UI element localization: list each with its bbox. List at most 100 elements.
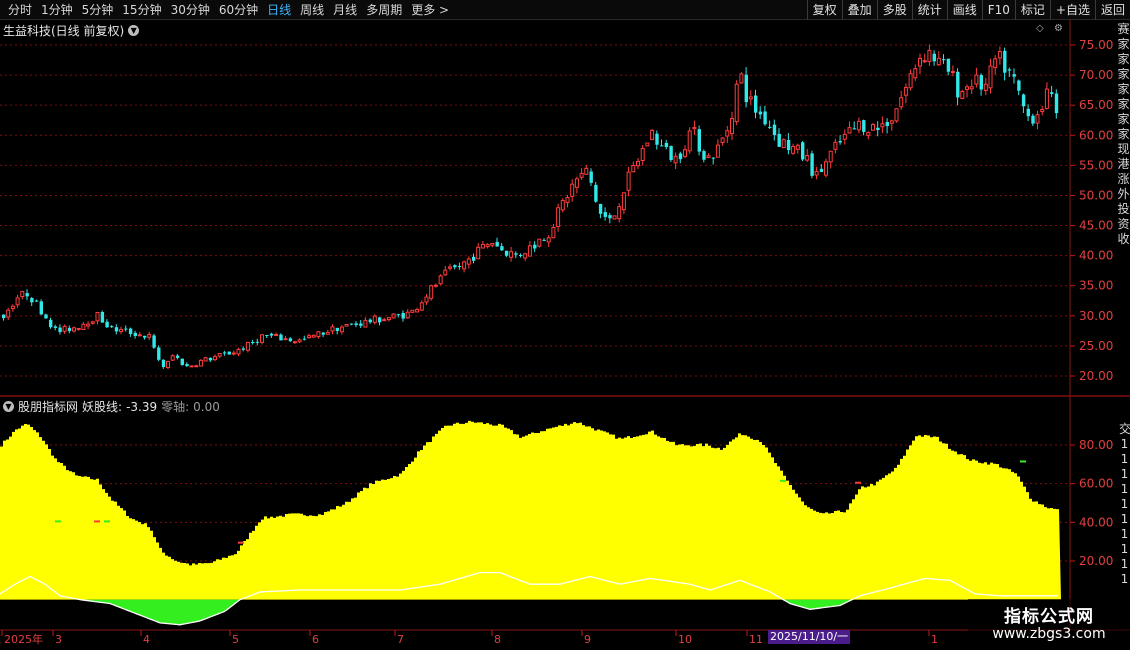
tool-button-0[interactable]: 复权 [806, 0, 842, 20]
main-title-text: 生益科技(日线 前复权) [3, 24, 125, 38]
candle-body-up [856, 120, 861, 131]
settings-icon[interactable]: ⚙ [1054, 23, 1063, 34]
signal-marker [855, 481, 861, 484]
candle-body-down [763, 111, 767, 125]
watermark-logo: 指标公式网 www.zbgs3.com [968, 599, 1130, 650]
indicator-axis-label: 20.00 [1079, 554, 1113, 568]
period-tab-9[interactable]: 多周期 [362, 0, 407, 20]
candle-body-up [842, 133, 847, 140]
chart-canvas: 75.0070.0065.0060.0055.0050.0045.0040.00… [0, 20, 1130, 646]
candle-body-up [960, 91, 965, 99]
candle-body-up [903, 86, 908, 96]
indicator-zero-value: 0.00 [193, 399, 220, 414]
main-dropdown-icon[interactable]: ▼ [128, 25, 140, 36]
candle-body-up [20, 291, 25, 298]
candle-body-up [734, 83, 739, 123]
indicator-strip-char: 1 [1120, 482, 1129, 496]
price-axis-label: 40.00 [1079, 249, 1113, 263]
candle-body-down [589, 171, 593, 183]
candle-body-up [847, 127, 852, 134]
period-tab-7[interactable]: 周线 [296, 0, 329, 20]
candle-body-down [819, 168, 824, 173]
candle-body-up [918, 57, 922, 67]
candle-body-down [124, 328, 128, 330]
tool-button-6[interactable]: 标记 [1014, 0, 1050, 20]
period-tab-1[interactable]: 1分钟 [37, 0, 78, 20]
candle-body-down [946, 58, 951, 72]
candle-body-down [53, 326, 58, 328]
tool-button-3[interactable]: 统计 [911, 0, 947, 20]
tool-button-7[interactable]: +自选 [1049, 0, 1095, 20]
candle-body-up [880, 123, 885, 128]
candle-body-down [876, 127, 880, 131]
candle-body-down [288, 338, 293, 342]
candle-body-up [612, 215, 617, 220]
info-strip-char: 外 [1117, 187, 1130, 201]
candle-body-up [485, 244, 490, 248]
candle-body-down [396, 314, 401, 316]
candle-body-up [274, 333, 279, 336]
tool-button-2[interactable]: 多股 [876, 0, 912, 20]
candle-body-down [664, 142, 669, 147]
watermark-title: 指标公式网 [1004, 607, 1094, 627]
candle-body-up [560, 199, 565, 211]
indicator-dropdown-icon[interactable]: ▼ [3, 401, 14, 412]
period-tab-2[interactable]: 5分钟 [78, 0, 119, 20]
candle-body-down [222, 352, 227, 354]
tool-button-5[interactable]: F10 [981, 0, 1015, 20]
price-axis-label: 55.00 [1079, 158, 1113, 172]
candle-body-up [523, 253, 528, 259]
candle-body-down [457, 265, 462, 267]
candle-body-down [1003, 50, 1007, 73]
candle-body-up [556, 207, 561, 227]
candle-body-up [791, 146, 796, 154]
diamond-icon[interactable]: ◇ [1036, 23, 1044, 34]
period-tab-8[interactable]: 月线 [329, 0, 362, 20]
signal-marker [104, 520, 110, 523]
signal-marker [238, 541, 244, 544]
candle-body-up [574, 178, 579, 188]
candle-body-down [754, 95, 758, 113]
candle-body-up [443, 269, 448, 276]
signal-marker [780, 479, 786, 482]
candle-body-up [908, 73, 913, 89]
period-tab-4[interactable]: 30分钟 [167, 0, 215, 20]
info-strip-char: 收 [1117, 232, 1130, 246]
candle-body-down [1054, 93, 1059, 114]
period-tab-5[interactable]: 60分钟 [215, 0, 263, 20]
candle-body-down [2, 314, 6, 319]
period-tab-6[interactable]: 日线 [263, 0, 296, 20]
period-tab-10[interactable]: 更多 > [407, 0, 454, 20]
candle-body-down [1050, 92, 1054, 95]
candle-body-down [711, 157, 716, 159]
tool-button-4[interactable]: 画线 [946, 0, 982, 20]
candle-body-up [706, 155, 711, 158]
candle-body-down [956, 71, 960, 98]
time-axis-label: 1 [931, 633, 938, 646]
candle-body-up [147, 334, 152, 338]
candle-body-up [260, 334, 264, 343]
tool-button-8[interactable]: 返回 [1094, 0, 1130, 20]
candle-body-up [62, 325, 67, 332]
price-axis-label: 60.00 [1079, 128, 1113, 142]
right-info-strip: 赛家家家家家家家现港涨外投资收 [1117, 22, 1130, 392]
candle-body-down [251, 342, 255, 344]
period-tab-3[interactable]: 15分钟 [118, 0, 166, 20]
candle-body-down [378, 317, 382, 323]
candle-body-down [1007, 69, 1012, 71]
period-tab-0[interactable]: 分时 [4, 0, 37, 20]
candle-body-down [265, 335, 269, 337]
candle-body-up [565, 196, 570, 204]
period-tabs: 分时 1分钟 5分钟 15分钟 30分钟 60分钟 日线 周线 月线 多周期 更多 > [4, 0, 454, 20]
candle-body-down [44, 314, 48, 319]
candle-body-up [969, 86, 974, 90]
candle-body-down [1031, 115, 1035, 124]
time-axis-label: 11 [749, 633, 763, 646]
tool-button-1[interactable]: 叠加 [841, 0, 877, 20]
candle-body-down [942, 59, 946, 61]
candle-body-up [913, 68, 918, 79]
indicator-strip-char: 1 [1120, 572, 1129, 586]
candle-body-down [100, 311, 105, 323]
candle-body-up [805, 155, 810, 161]
candle-body-down [542, 239, 546, 241]
